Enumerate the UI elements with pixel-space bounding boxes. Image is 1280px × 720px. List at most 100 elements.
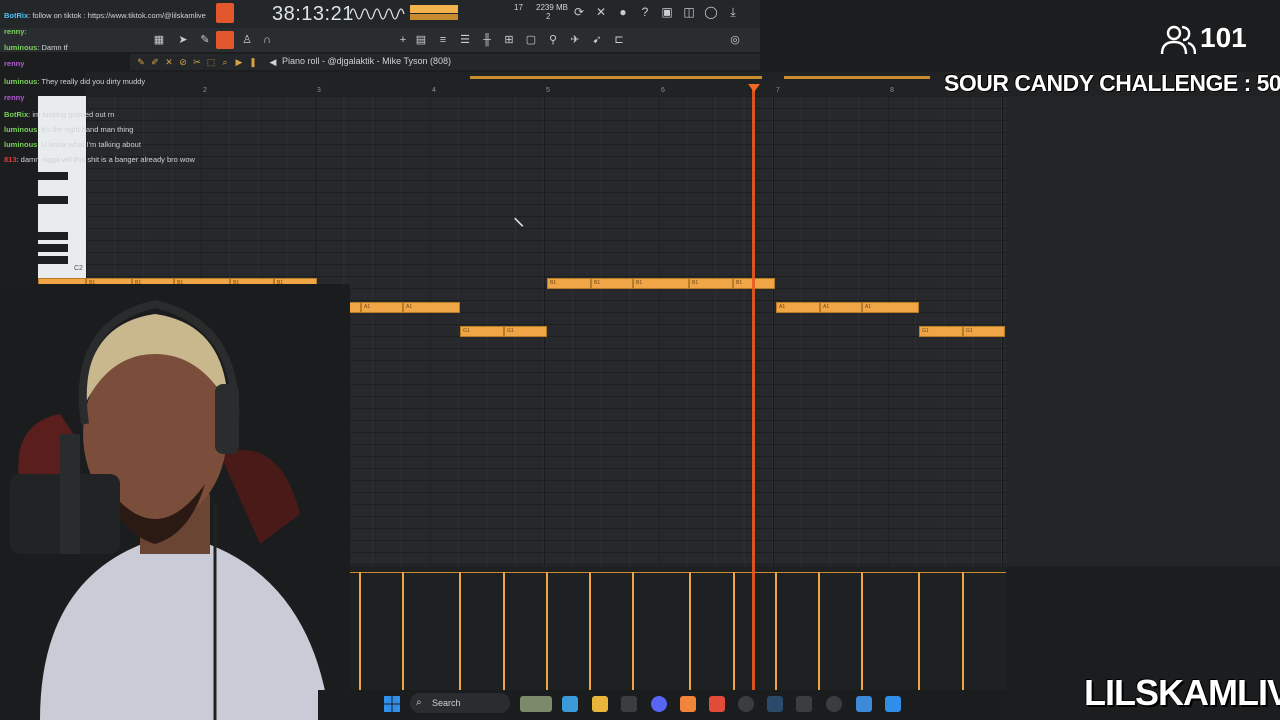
- tag-icon[interactable]: ➹: [590, 33, 604, 47]
- obs-icon[interactable]: [738, 696, 754, 712]
- memory-readout-top: 2239 MB 2: [536, 3, 568, 21]
- 4k-downloader-icon[interactable]: [826, 696, 842, 712]
- chat-username: renny: [4, 93, 25, 102]
- save-icon[interactable]: ▣: [660, 5, 674, 19]
- plug-icon[interactable]: ⚲: [546, 33, 560, 47]
- note[interactable]: G1: [504, 326, 547, 337]
- mixer-icon[interactable]: ✕: [594, 5, 608, 19]
- notepad-icon[interactable]: [856, 696, 872, 712]
- windows-start-icon[interactable]: [384, 696, 400, 712]
- channel-rack-icon[interactable]: ☰: [458, 33, 472, 47]
- velocity-stem[interactable]: [962, 572, 964, 690]
- zoom-tool-icon[interactable]: ⌕: [220, 57, 230, 67]
- velocity-stem[interactable]: [632, 572, 634, 690]
- loop-region-segment[interactable]: [470, 76, 556, 79]
- fl-studio-icon[interactable]: [680, 696, 696, 712]
- widget-icon[interactable]: [520, 696, 552, 712]
- velocity-stem[interactable]: [733, 572, 735, 690]
- copilot-icon[interactable]: [562, 696, 578, 712]
- chat-icon[interactable]: ◯: [704, 5, 718, 19]
- magnet-icon[interactable]: ∩: [260, 33, 274, 47]
- arrow-icon[interactable]: ➤: [176, 33, 190, 47]
- chat-text: : U know what I'm talking about: [37, 140, 141, 149]
- chat-text: : it's the right hand man thing: [37, 125, 134, 134]
- note[interactable]: A1: [776, 302, 820, 313]
- velocity-stem[interactable]: [861, 572, 863, 690]
- velocity-stem[interactable]: [689, 572, 691, 690]
- velocity-stem[interactable]: [546, 572, 548, 690]
- browser-icon[interactable]: ⊞: [502, 33, 516, 47]
- velocity-stem[interactable]: [359, 572, 361, 690]
- note[interactable]: G1: [460, 326, 504, 337]
- chat-message: luminous: Damn tf: [4, 40, 68, 55]
- velocity-stem[interactable]: [459, 572, 461, 690]
- delete-tool-icon[interactable]: ✕: [164, 57, 174, 67]
- note[interactable]: A1: [820, 302, 862, 313]
- note[interactable]: B1: [689, 278, 733, 289]
- download-icon[interactable]: ⤓: [726, 5, 740, 19]
- velocity-lane[interactable]: [318, 566, 1006, 696]
- plugin-icon[interactable]: ◫: [682, 5, 696, 19]
- black-key[interactable]: [38, 256, 68, 264]
- app-icon[interactable]: [796, 696, 812, 712]
- folder-icon[interactable]: [592, 696, 608, 712]
- velocity-stem[interactable]: [402, 572, 404, 690]
- chat-username: renny: [4, 59, 25, 68]
- black-key[interactable]: [38, 196, 68, 204]
- chat-text: : follow on tiktok : https://www.tiktok.…: [28, 11, 206, 20]
- stamp-icon[interactable]: ♙: [240, 33, 254, 47]
- mixer-faders-icon[interactable]: ╫: [480, 33, 494, 47]
- speaker-icon[interactable]: ◀: [268, 57, 278, 67]
- globe-icon[interactable]: ◎: [728, 33, 742, 47]
- file-icon[interactable]: ▢: [524, 33, 538, 47]
- playlist-icon[interactable]: ≡: [436, 33, 450, 47]
- note[interactable]: G1: [919, 326, 963, 337]
- velocity-stem[interactable]: [918, 572, 920, 690]
- note[interactable]: G1: [963, 326, 1005, 337]
- mute-tool-icon[interactable]: ⊘: [178, 57, 188, 67]
- piano-roll-empty-area[interactable]: [1006, 96, 1280, 566]
- piano-roll-icon[interactable]: ▤: [414, 33, 428, 47]
- velocity-stem[interactable]: [818, 572, 820, 690]
- plus-icon[interactable]: +: [396, 33, 410, 47]
- loop-region-end[interactable]: [784, 76, 930, 79]
- brave-icon[interactable]: [709, 696, 725, 712]
- refresh-icon[interactable]: ⟳: [572, 5, 586, 19]
- cpu-meter: [410, 5, 458, 13]
- playhead[interactable]: [752, 86, 755, 690]
- note[interactable]: A1: [862, 302, 919, 313]
- pencil-icon[interactable]: ✎: [198, 33, 212, 47]
- chat-message: luminous: They really did you dirty mudd…: [4, 74, 145, 89]
- cart-icon[interactable]: ⊏: [612, 33, 626, 47]
- keyboard-icon[interactable]: ▦: [152, 33, 166, 47]
- draw-tool-icon[interactable]: ✎: [136, 57, 146, 67]
- store-icon[interactable]: [621, 696, 637, 712]
- velocity-stem[interactable]: [589, 572, 591, 690]
- link-button[interactable]: [216, 31, 234, 49]
- select-tool-icon[interactable]: ⬚: [206, 57, 216, 67]
- note[interactable]: B1: [633, 278, 689, 289]
- note[interactable]: A1: [403, 302, 460, 313]
- note[interactable]: A1: [361, 302, 403, 313]
- playhead-marker-icon[interactable]: [748, 84, 760, 92]
- black-key[interactable]: [38, 172, 68, 180]
- black-key[interactable]: [38, 232, 68, 240]
- loop-region[interactable]: [556, 76, 762, 79]
- chat-text: : im fucking gooned out rn: [28, 110, 115, 119]
- steam-icon[interactable]: [767, 696, 783, 712]
- help-icon[interactable]: ?: [638, 5, 652, 19]
- black-key[interactable]: [38, 244, 68, 252]
- paint-tool-icon[interactable]: ✐: [150, 57, 160, 67]
- note[interactable]: B1: [547, 278, 591, 289]
- velocity-stem[interactable]: [775, 572, 777, 690]
- microphone-icon[interactable]: ●: [616, 5, 630, 19]
- note[interactable]: B1: [591, 278, 633, 289]
- discord-icon[interactable]: [651, 696, 667, 712]
- slice-tool-icon[interactable]: ✂: [192, 57, 202, 67]
- photos-icon[interactable]: [885, 696, 901, 712]
- velocity-stem[interactable]: [503, 572, 505, 690]
- record-button[interactable]: [216, 3, 234, 23]
- wrench-icon[interactable]: ✈: [568, 33, 582, 47]
- playback-tool-icon[interactable]: ▶: [234, 57, 244, 67]
- step-tool-icon[interactable]: ❚: [248, 57, 258, 67]
